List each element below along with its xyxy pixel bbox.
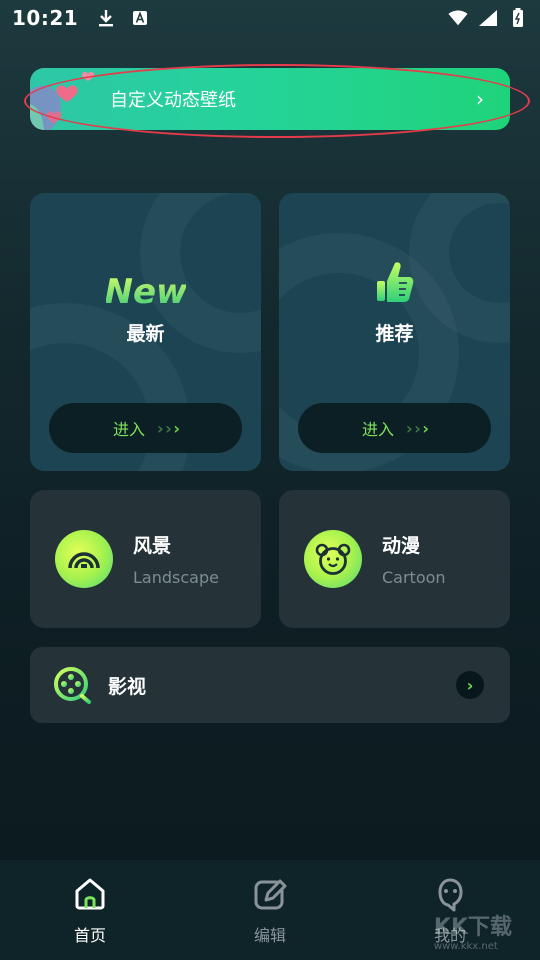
banner-title: 自定义动态壁纸 [110,90,236,111]
film-reel-icon [54,667,91,704]
wifi-icon [448,8,468,28]
edit-icon [254,879,287,910]
category-title: 风景 [133,535,172,557]
category-subtitle: Landscape [133,568,219,587]
feature-card-latest[interactable]: New 最新 进入 › › › [30,193,261,471]
category-cartoon[interactable]: 动漫 Cartoon [279,490,510,628]
category-subtitle: Cartoon [382,568,446,587]
enter-label: 进入 [113,420,146,439]
feature-label: 最新 [126,323,165,345]
feature-label: 推荐 [375,323,414,345]
nav-label: 编辑 [253,926,286,945]
status-icons-left [96,8,150,28]
hearts-decoration-icon [30,71,95,130]
category-text: 动漫 Cartoon [382,531,446,587]
new-badge-icon: New [104,265,188,317]
status-icons-right [448,8,528,28]
watermark-url: www.kkx.net [433,941,498,952]
category-text: 风景 Landscape [133,531,219,587]
feature-card-recommended[interactable]: 推荐 进入 › › › [279,193,510,471]
bear-face-icon [304,530,362,588]
landscape-icon [55,530,113,588]
enter-button[interactable]: 进入 › › › [49,403,242,453]
download-icon [96,8,116,28]
bottom-nav: 首页 编辑 我的 KK下载 www.kkx.net [0,860,540,960]
status-bar: 10:21 [0,0,540,36]
triple-chevron-icon: › › › [406,418,429,438]
custom-wallpaper-banner[interactable]: 自定义动态壁纸 › [30,68,510,130]
home-icon [75,878,105,910]
category-landscape[interactable]: 风景 Landscape [30,490,261,628]
nav-item-home[interactable]: 首页 [0,860,180,960]
watermark-logo: KK下载 [433,915,512,940]
text-a-icon [130,8,150,28]
enter-button[interactable]: 进入 › › › [298,403,491,453]
battery-icon [508,8,528,28]
nav-item-edit[interactable]: 编辑 [180,860,360,960]
triple-chevron-icon: › › › [157,418,180,438]
enter-label: 进入 [362,420,395,439]
chevron-right-icon: › [476,87,484,111]
movie-row[interactable]: 影视 › [30,647,510,723]
watermark: KK下载 www.kkx.net [434,909,512,952]
thumbs-up-icon [375,259,415,309]
status-time: 10:21 [12,6,79,30]
movie-title: 影视 [108,675,147,698]
category-title: 动漫 [382,535,421,557]
signal-icon [478,8,498,28]
chevron-right-icon[interactable]: › [456,671,484,699]
nav-label: 首页 [73,926,106,945]
profile-icon [438,878,463,912]
svg-text:New: New [106,272,186,312]
